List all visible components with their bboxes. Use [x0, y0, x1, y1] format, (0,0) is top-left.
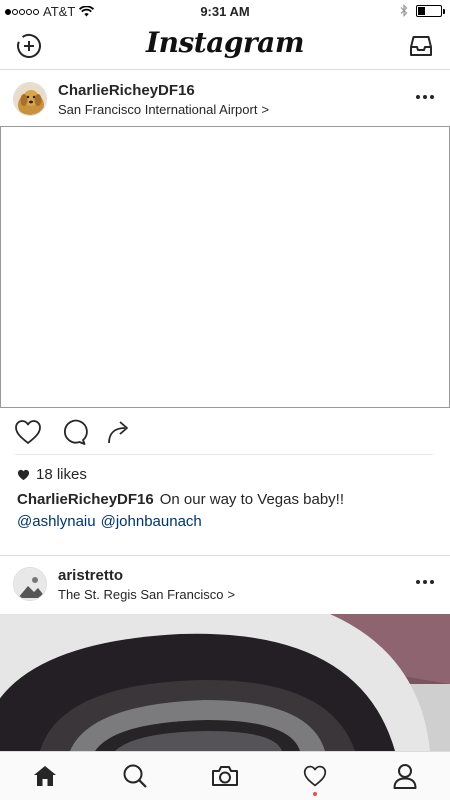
inbox-icon[interactable] [408, 34, 434, 58]
status-bar: AT&T 9:31 AM [0, 0, 450, 22]
post-location[interactable]: The St. Regis San Francisco > [58, 587, 235, 602]
bluetooth-icon [400, 4, 408, 17]
likes-count[interactable]: 18 likes [17, 466, 87, 483]
post-caption: CharlieRicheyDF16 On our way to Vegas bab… [17, 489, 437, 533]
heart-icon [303, 765, 327, 787]
comment-icon[interactable] [58, 418, 88, 446]
post-header: CharlieRicheyDF16 San Francisco Internat… [0, 71, 450, 127]
dog-avatar-image [14, 83, 46, 115]
chevron-right-icon: > [261, 102, 270, 117]
share-icon[interactable] [104, 418, 134, 446]
post-1: CharlieRicheyDF16 San Francisco Internat… [0, 71, 450, 555]
more-options-icon[interactable] [416, 95, 434, 101]
avatar[interactable] [13, 82, 47, 116]
person-avatar-image [14, 568, 46, 600]
caption-username[interactable]: CharlieRicheyDF16 [17, 491, 154, 508]
instagram-logo: Instagram [146, 26, 304, 59]
bottom-nav [0, 751, 450, 800]
post-image[interactable] [0, 126, 450, 408]
mention-link[interactable]: @johnbaunach [101, 513, 202, 530]
battery-icon [416, 4, 445, 17]
divider [15, 454, 433, 455]
car-wheel-photo [0, 614, 450, 751]
post-location[interactable]: San Francisco International Airport > [58, 102, 269, 117]
tab-activity[interactable] [270, 752, 360, 800]
tab-camera[interactable] [180, 752, 270, 800]
top-nav: Instagram [0, 22, 450, 70]
heart-filled-icon [17, 469, 30, 480]
post-image[interactable] [0, 614, 450, 751]
tab-search[interactable] [90, 752, 180, 800]
profile-icon [393, 764, 417, 789]
post-header: aristretto The St. Regis San Francisco > [0, 556, 450, 612]
post-username[interactable]: CharlieRicheyDF16 [58, 82, 195, 99]
location-text: San Francisco International Airport [58, 102, 258, 117]
notification-dot [313, 792, 317, 796]
caption-text: On our way to Vegas baby!! [159, 491, 345, 508]
camera-icon [212, 766, 238, 786]
avatar[interactable] [13, 567, 47, 601]
caption-mentions: @ashlynaiu @johnbaunach [17, 511, 437, 533]
post-2: aristretto The St. Regis San Francisco > [0, 556, 450, 751]
status-right [400, 4, 445, 17]
chevron-right-icon: > [227, 587, 236, 602]
location-text: The St. Regis San Francisco [58, 587, 224, 602]
more-options-icon[interactable] [416, 580, 434, 586]
mention-link[interactable]: @ashlynaiu [17, 513, 96, 530]
tab-profile[interactable] [360, 752, 450, 800]
post-actions [0, 410, 450, 454]
likes-text: 18 likes [36, 466, 87, 483]
status-time: 9:31 AM [200, 4, 250, 19]
tab-home[interactable] [0, 752, 90, 800]
home-icon [34, 766, 56, 786]
heart-icon[interactable] [13, 418, 43, 446]
post-username[interactable]: aristretto [58, 567, 123, 584]
search-icon [123, 764, 147, 788]
